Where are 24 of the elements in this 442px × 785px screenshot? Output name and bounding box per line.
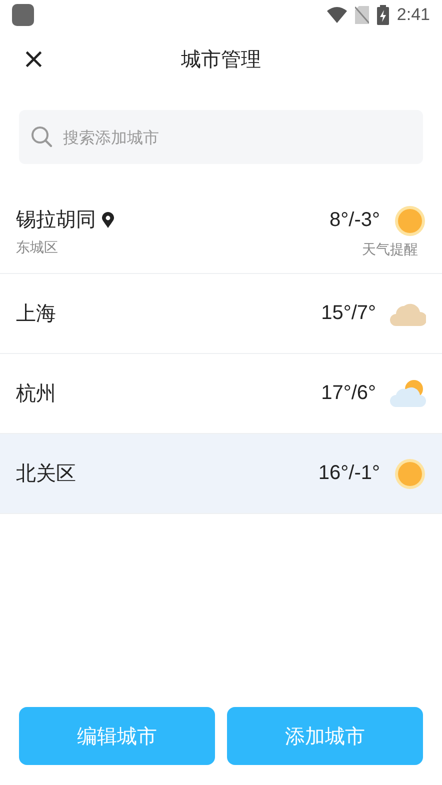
city-name: 上海 (16, 300, 56, 327)
city-row[interactable]: 北关区 16°/-1° (0, 434, 442, 514)
battery-icon (376, 5, 389, 25)
city-name: 北关区 (16, 460, 76, 487)
close-button[interactable]: × (22, 45, 46, 73)
city-row[interactable]: 上海 15°/7° (0, 274, 442, 354)
city-name: 锡拉胡同 (16, 206, 96, 233)
temperature-range: 16°/-1° (318, 462, 380, 485)
search-field[interactable]: 搜索添加城市 (19, 110, 423, 164)
wifi-icon (326, 7, 347, 23)
city-name: 杭州 (16, 380, 56, 407)
city-row[interactable]: 锡拉胡同 东城区 8°/-3° 天气提醒 (0, 190, 442, 274)
weather-alert-link[interactable]: 天气提醒 (362, 240, 418, 258)
no-sim-icon (354, 6, 369, 24)
app-icon (12, 4, 34, 26)
page-title: 城市管理 (181, 46, 261, 70)
clock-time: 2:41 (396, 5, 430, 25)
sun-cloud-icon (390, 378, 426, 408)
temperature-range: 17°/6° (321, 382, 376, 405)
temperature-range: 8°/-3° (330, 209, 380, 232)
sun-icon (394, 458, 426, 490)
sun-icon (394, 204, 426, 236)
temperature-range: 15°/7° (321, 302, 376, 325)
district-name: 东城区 (16, 239, 59, 257)
